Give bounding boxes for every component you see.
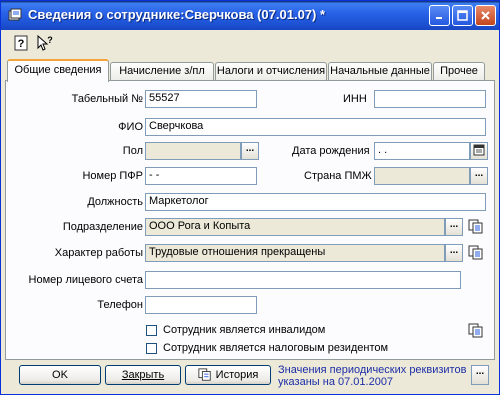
employee-dialog: Сведения о сотруднике:Сверчкова (07.01.0… — [0, 0, 500, 395]
work-type-copy-button[interactable] — [466, 243, 486, 263]
tabnum-label: Табельный № — [71, 93, 143, 105]
birthdate-label: Дата рождения — [292, 145, 370, 157]
history-button[interactable]: История — [185, 365, 271, 385]
ok-button[interactable]: OK — [19, 365, 101, 385]
position-label: Должность — [87, 196, 143, 208]
tab-salary[interactable]: Начисление з/пл — [110, 62, 214, 81]
tab-initial-data[interactable]: Начальные данные — [328, 62, 432, 81]
position-field[interactable]: Маркетолог — [145, 193, 486, 211]
app-icon — [7, 7, 23, 23]
history-button-label: История — [215, 369, 259, 381]
inn-label: ИНН — [343, 93, 367, 105]
work-type-label: Характер работы — [54, 247, 143, 259]
title-bar[interactable]: Сведения о сотруднике:Сверчкова (07.01.0… — [1, 1, 499, 30]
phone-label: Телефон — [97, 299, 143, 311]
tabnum-field[interactable]: 55527 — [145, 90, 257, 108]
checkbox-box[interactable] — [146, 342, 157, 354]
pfr-field[interactable]: - - — [145, 167, 257, 185]
inn-field[interactable] — [374, 90, 486, 108]
phone-field[interactable] — [145, 296, 257, 314]
department-copy-button[interactable] — [466, 217, 486, 237]
copy-icon — [468, 245, 483, 260]
maximize-button[interactable] — [452, 5, 473, 26]
tab-other[interactable]: Прочее — [433, 62, 485, 81]
context-help-icon[interactable]: ? — [35, 33, 55, 53]
tab-taxes[interactable]: Налоги и отчисления — [215, 62, 327, 81]
resident-checkbox[interactable]: Сотрудник является налоговым резидентом — [146, 342, 388, 354]
minimize-icon — [436, 17, 442, 19]
fio-field[interactable]: Сверчкова — [145, 118, 486, 136]
copy-icon — [468, 323, 483, 338]
calendar-icon — [473, 144, 485, 156]
svg-text:?: ? — [18, 38, 25, 50]
country-field[interactable] — [374, 167, 470, 185]
work-type-select-button[interactable]: ... — [445, 244, 463, 262]
account-label: Номер лицевого счета — [28, 274, 143, 286]
ok-button-label: OK — [52, 369, 68, 381]
close-dialog-button[interactable]: Закрыть — [105, 365, 181, 385]
periodic-note: Значения периодических реквизитов указан… — [278, 364, 466, 388]
gender-label: Пол — [122, 145, 143, 157]
gender-select-button[interactable]: ... — [241, 142, 259, 160]
maximize-icon — [457, 10, 468, 21]
help-icon[interactable]: ? — [11, 33, 31, 53]
birthdate-field[interactable]: . . — [374, 142, 470, 160]
calendar-button[interactable] — [470, 142, 488, 160]
svg-text:?: ? — [47, 35, 53, 45]
fio-label: ФИО — [118, 121, 143, 133]
minimize-button[interactable] — [429, 5, 450, 26]
invalid-checkbox-label: Сотрудник является инвалидом — [163, 324, 326, 336]
account-field[interactable] — [145, 271, 461, 289]
close-dialog-button-label: Закрыть — [121, 369, 165, 381]
close-icon — [481, 11, 490, 20]
copy-icon — [468, 219, 483, 234]
country-select-button[interactable]: ... — [470, 167, 488, 185]
periodic-note-line2: указаны на 07.01.2007 — [278, 376, 394, 388]
checkbox-copy-button[interactable] — [466, 321, 486, 341]
window-title: Сведения о сотруднике:Сверчкова (07.01.0… — [28, 7, 326, 22]
checkbox-box[interactable] — [146, 324, 157, 336]
periodic-details-button[interactable]: ... — [471, 365, 489, 385]
close-button[interactable] — [475, 5, 496, 26]
department-field[interactable]: ООО Рога и Копыта — [145, 218, 445, 236]
periodic-note-line1: Значения периодических реквизитов — [278, 364, 467, 376]
history-icon — [198, 368, 211, 381]
general-panel: Табельный № 55527 ИНН ФИО Сверчкова Пол … — [5, 80, 495, 360]
department-select-button[interactable]: ... — [445, 218, 463, 236]
invalid-checkbox[interactable]: Сотрудник является инвалидом — [146, 324, 325, 336]
resident-checkbox-label: Сотрудник является налоговым резидентом — [163, 342, 389, 354]
gender-field[interactable] — [145, 142, 241, 160]
work-type-field[interactable]: Трудовые отношения прекращены — [145, 244, 445, 262]
pfr-label: Номер ПФР — [82, 170, 143, 182]
tab-general[interactable]: Общие сведения — [7, 59, 109, 82]
country-label: Страна ПМЖ — [304, 170, 372, 182]
department-label: Подразделение — [62, 221, 143, 233]
tab-strip: Общие сведения Начисление з/пл Налоги и … — [5, 59, 495, 82]
